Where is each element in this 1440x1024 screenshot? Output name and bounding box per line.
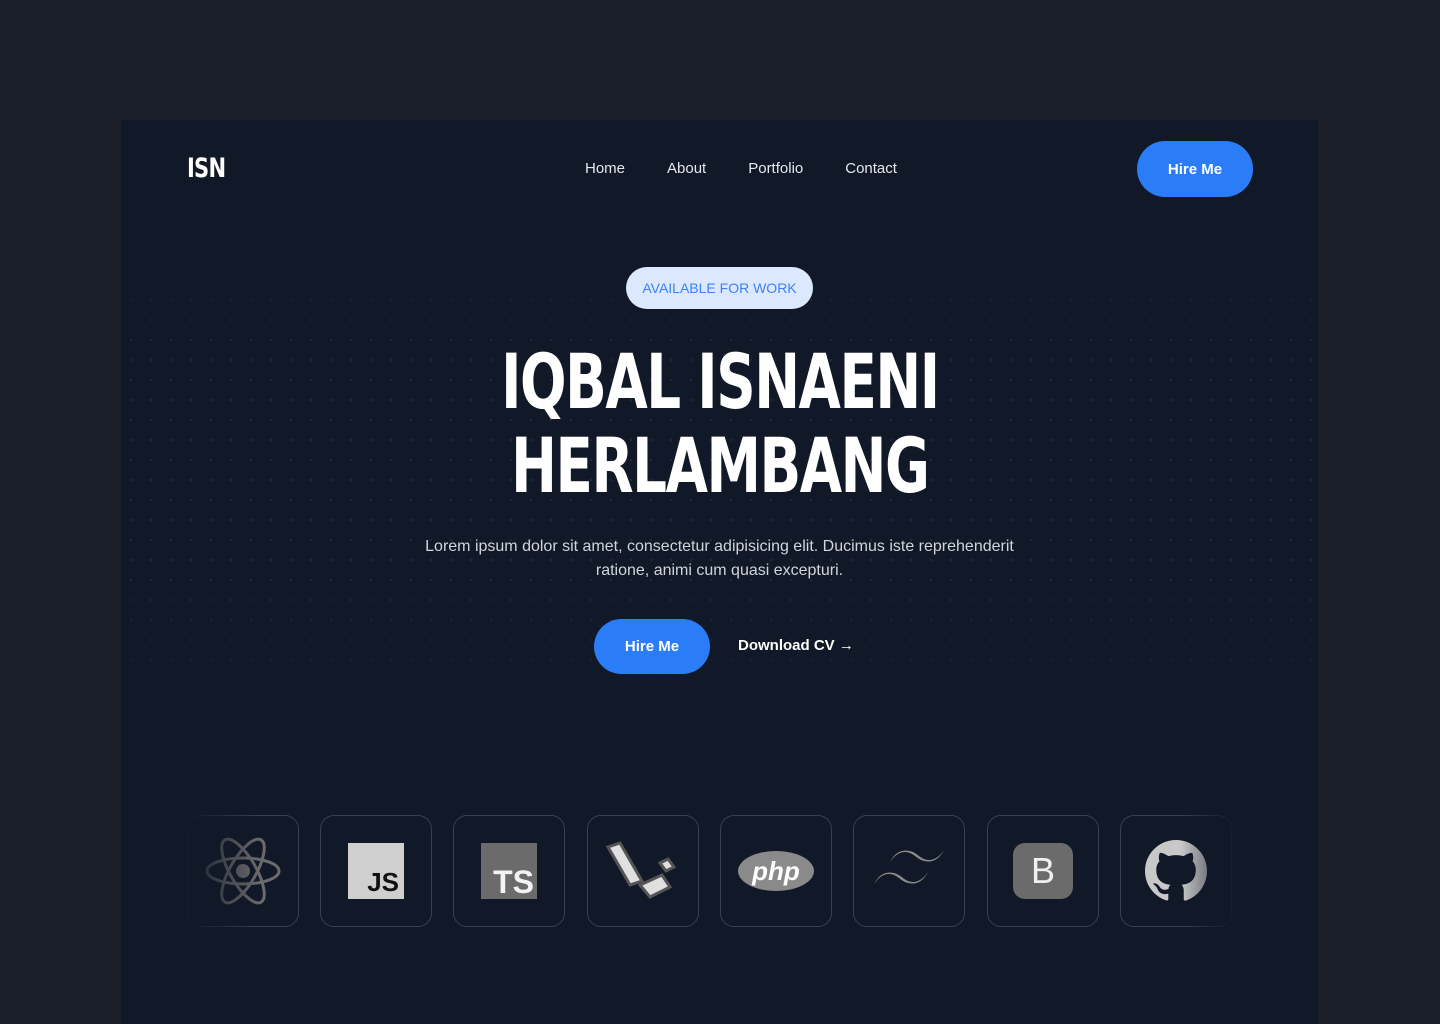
typescript-icon: TS (481, 843, 537, 900)
javascript-icon: JS (348, 843, 404, 899)
php-icon: php (738, 851, 814, 891)
title-line-2: HERLAMBANG (510, 421, 930, 510)
github-icon (1145, 840, 1207, 901)
tech-tile-typescript: TS (453, 815, 565, 927)
nav-contact[interactable]: Contact (845, 160, 897, 177)
hire-me-button[interactable]: Hire Me (594, 619, 710, 674)
title-line-1: IQBAL ISNAENI (500, 337, 940, 426)
tech-tile-tailwind (853, 815, 965, 927)
bootstrap-icon: B (1013, 843, 1073, 899)
hero-title: IQBAL ISNAENI HERLAMBANG (121, 340, 1318, 508)
nav-portfolio[interactable]: Portfolio (748, 160, 803, 177)
download-cv-link[interactable]: Download CV → (738, 637, 854, 654)
tech-stack-row: JS TS php B (121, 815, 1318, 927)
main-nav: Home About Portfolio Contact (585, 160, 897, 177)
tech-tile-github (1120, 815, 1232, 927)
tech-tile-bootstrap: B (987, 815, 1099, 927)
laravel-icon (605, 841, 677, 899)
tailwind-icon (874, 850, 944, 884)
header-hire-button[interactable]: Hire Me (1137, 141, 1253, 197)
availability-badge: AVAILABLE FOR WORK (626, 267, 813, 309)
tech-tile-php: php (720, 815, 832, 927)
tech-tile-javascript: JS (320, 815, 432, 927)
nav-home[interactable]: Home (585, 160, 625, 177)
tech-tile-laravel (587, 815, 699, 927)
tech-tile-react (187, 815, 299, 927)
nav-about[interactable]: About (667, 160, 706, 177)
hero-description: Lorem ipsum dolor sit amet, consectetur … (425, 538, 1014, 579)
react-icon (205, 837, 281, 905)
hero-card: ISN Home About Portfolio Contact Hire Me… (121, 120, 1318, 1024)
logo[interactable]: ISN (187, 153, 226, 184)
